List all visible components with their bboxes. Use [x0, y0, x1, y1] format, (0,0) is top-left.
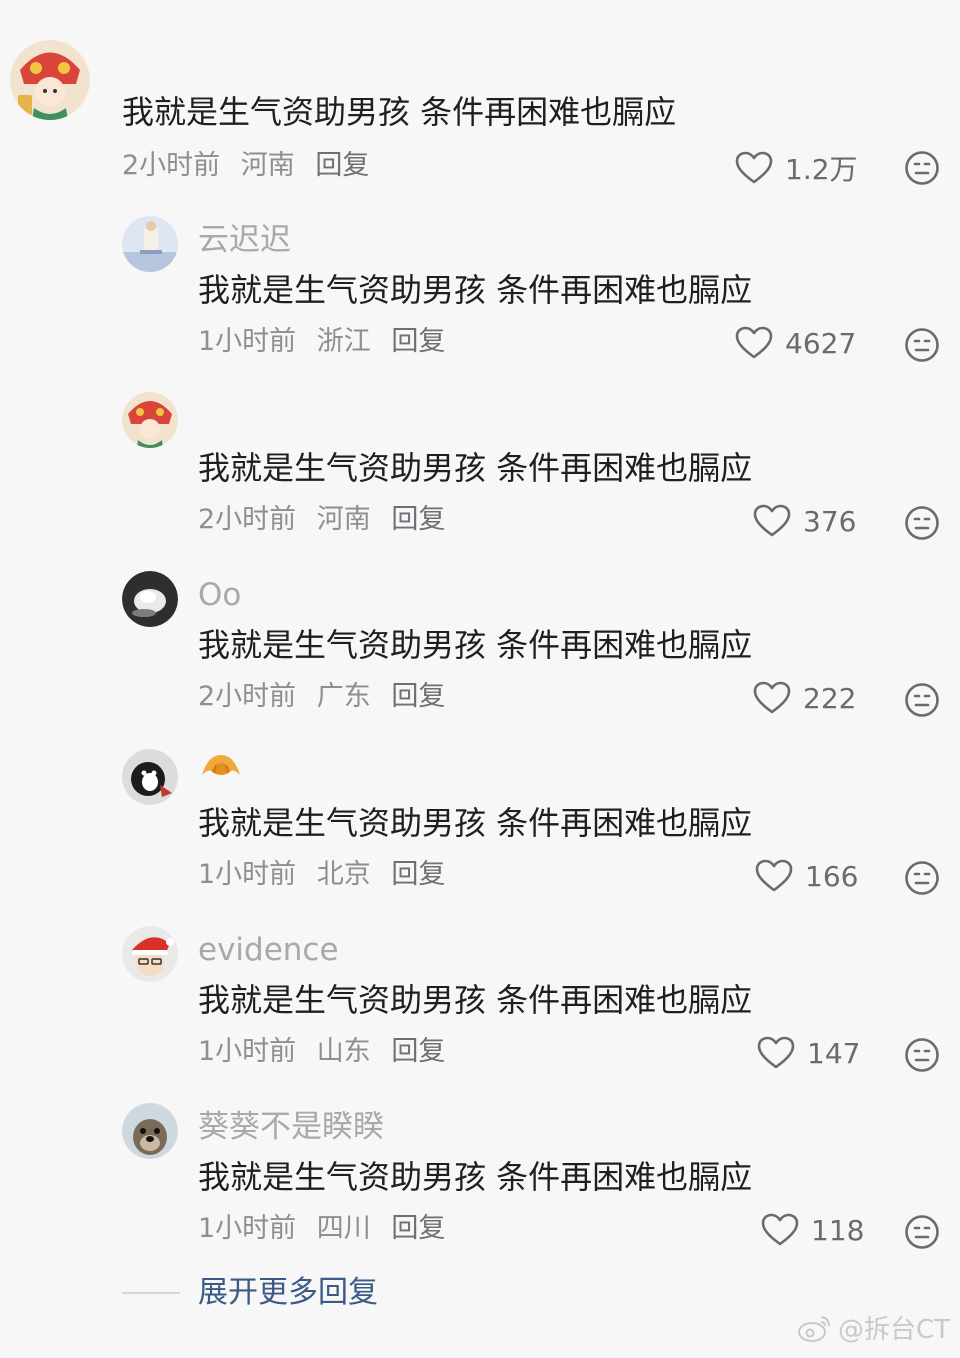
- neutral-face-icon[interactable]: [904, 682, 940, 718]
- like-button[interactable]: 4627: [735, 326, 856, 360]
- like-button[interactable]: 147: [757, 1036, 860, 1070]
- comment-text: 我就是生气资助男孩 条件再困难也膈应: [198, 981, 753, 1019]
- watermark: @拆台CT: [796, 1309, 950, 1346]
- comment-meta: 2小时前 广东 回复: [198, 679, 457, 715]
- neutral-face-icon[interactable]: [904, 327, 940, 363]
- neutral-face-icon[interactable]: [904, 1037, 940, 1073]
- like-count: 222: [803, 681, 857, 715]
- comment-text: 我就是生气资助男孩 条件再困难也膈应: [198, 271, 753, 309]
- like-button[interactable]: 118: [761, 1213, 864, 1247]
- expand-more-label[interactable]: 展开更多回复: [198, 1272, 378, 1314]
- reply-button[interactable]: 回复: [391, 326, 445, 357]
- like-count: 147: [807, 1036, 861, 1070]
- heart-outline-icon: [761, 1213, 799, 1246]
- like-count: 376: [803, 504, 857, 538]
- reply-button[interactable]: 回复: [391, 1036, 445, 1067]
- username[interactable]: 云迟迟: [198, 220, 291, 260]
- like-button[interactable]: 1.2万: [735, 148, 858, 188]
- like-count: 1.2万: [785, 153, 858, 186]
- avatar[interactable]: [10, 40, 90, 120]
- heart-outline-icon: [755, 859, 793, 892]
- heart-outline-icon: [735, 326, 773, 359]
- reply-button[interactable]: 回复: [391, 681, 445, 712]
- reply-item: evidence 我就是生气资助男孩 条件再困难也膈应 1小时前 山东 回复 1…: [0, 922, 960, 1092]
- heart-outline-icon: [757, 1036, 795, 1069]
- comment-meta: 1小时前 浙江 回复: [198, 324, 457, 360]
- comment-location: 河南: [316, 504, 371, 535]
- neutral-face-icon[interactable]: [904, 505, 940, 541]
- comment-meta: 2小时前 河南 回复: [198, 502, 457, 538]
- reply-item: 葵葵不是睽睽 我就是生气资助男孩 条件再困难也膈应 1小时前 四川 回复 118: [0, 1099, 960, 1269]
- reply-button[interactable]: 回复: [391, 859, 445, 890]
- weibo-logo-icon: [797, 1315, 830, 1342]
- avatar[interactable]: [122, 392, 178, 448]
- croissant-emoji-icon: [202, 755, 240, 775]
- reply-item: 我就是生气资助男孩 条件再困难也膈应 2小时前 河南 回复 376: [0, 390, 960, 560]
- comment-location: 北京: [316, 859, 371, 890]
- like-count: 118: [811, 1213, 865, 1247]
- comment-location: 河南: [240, 150, 295, 181]
- comment-time: 2小时前: [122, 150, 221, 181]
- like-count: 4627: [785, 326, 857, 360]
- neutral-face-icon[interactable]: [904, 860, 940, 896]
- comment-time: 1小时前: [198, 1036, 297, 1067]
- comment-text: 我就是生气资助男孩 条件再困难也膈应: [198, 804, 753, 842]
- watermark-text: @拆台CT: [837, 1315, 950, 1345]
- comment-meta: 1小时前 北京 回复: [198, 857, 457, 893]
- username[interactable]: 葵葵不是睽睽: [198, 1107, 384, 1147]
- reply-button[interactable]: 回复: [315, 150, 369, 181]
- heart-outline-icon: [735, 151, 773, 184]
- comment-text: 我就是生气资助男孩 条件再困难也膈应: [122, 93, 677, 131]
- comment-text: 我就是生气资助男孩 条件再困难也膈应: [198, 1158, 753, 1196]
- comment-location: 广东: [316, 681, 371, 712]
- comment-text: 我就是生气资助男孩 条件再困难也膈应: [198, 449, 753, 487]
- heart-outline-icon: [753, 504, 791, 537]
- comment-location: 四川: [316, 1213, 371, 1244]
- like-count: 166: [805, 859, 859, 893]
- neutral-face-icon[interactable]: [904, 1214, 940, 1250]
- reply-button[interactable]: 回复: [391, 1213, 445, 1244]
- divider: [122, 1292, 180, 1294]
- like-button[interactable]: 376: [753, 504, 856, 538]
- avatar[interactable]: [122, 216, 178, 272]
- neutral-face-icon[interactable]: [904, 150, 940, 186]
- comment-meta: 1小时前 山东 回复: [198, 1034, 457, 1070]
- comment-meta: 1小时前 四川 回复: [198, 1211, 457, 1247]
- like-button[interactable]: 222: [753, 681, 856, 715]
- reply-item: 我就是生气资助男孩 条件再困难也膈应 1小时前 北京 回复 166: [0, 745, 960, 915]
- comment-time: 1小时前: [198, 326, 297, 357]
- avatar[interactable]: [122, 926, 178, 982]
- comment-location: 山东: [316, 1036, 371, 1067]
- comment-time: 1小时前: [198, 859, 297, 890]
- reply-button[interactable]: 回复: [391, 504, 445, 535]
- comment-meta: 2小时前 河南 回复: [122, 148, 381, 184]
- comment-time: 2小时前: [198, 681, 297, 712]
- comment-text: 我就是生气资助男孩 条件再困难也膈应: [198, 626, 753, 664]
- avatar[interactable]: [122, 1103, 178, 1159]
- reply-item: Oo 我就是生气资助男孩 条件再困难也膈应 2小时前 广东 回复 222: [0, 567, 960, 737]
- avatar[interactable]: [122, 571, 178, 627]
- avatar[interactable]: [122, 749, 178, 805]
- username[interactable]: Oo: [198, 575, 241, 615]
- like-button[interactable]: 166: [755, 859, 858, 893]
- comment-time: 2小时前: [198, 504, 297, 535]
- main-comment: 我就是生气资助男孩 条件再困难也膈应 2小时前 河南 回复 1.2万: [0, 0, 960, 200]
- expand-more-replies[interactable]: 展开更多回复: [122, 1272, 378, 1314]
- heart-outline-icon: [753, 681, 791, 714]
- comment-location: 浙江: [316, 326, 371, 357]
- username[interactable]: evidence: [198, 930, 339, 970]
- reply-item: 云迟迟 我就是生气资助男孩 条件再困难也膈应 1小时前 浙江 回复 4627: [0, 212, 960, 382]
- comment-time: 1小时前: [198, 1213, 297, 1244]
